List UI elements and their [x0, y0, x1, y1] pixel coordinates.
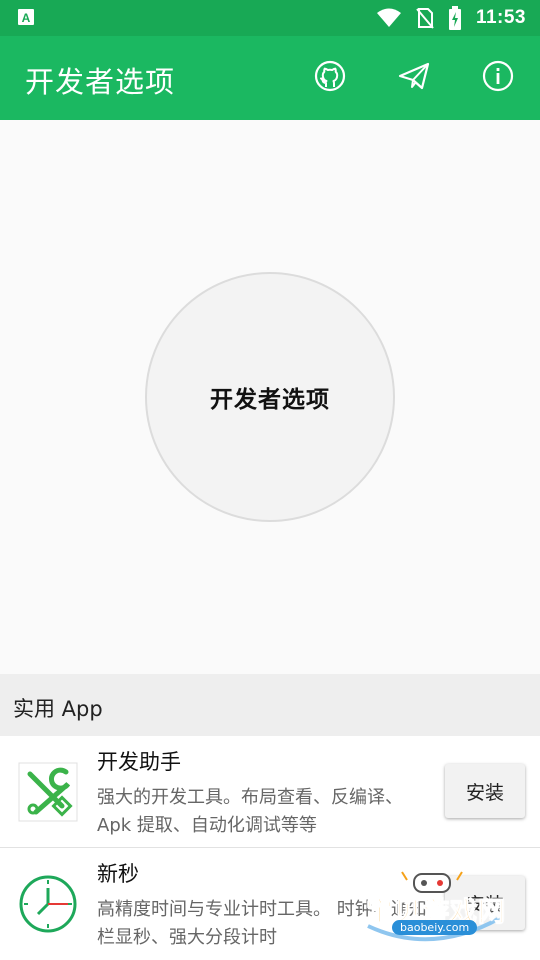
github-icon [314, 60, 346, 96]
app-name: 开发助手 [97, 750, 181, 774]
install-button[interactable]: 安装 [445, 876, 525, 930]
info-icon [482, 60, 514, 96]
clock: 11:53 [475, 7, 526, 28]
app-bar: 开发者选项 [0, 36, 540, 120]
send-button[interactable] [394, 58, 434, 98]
main-area: 开发者选项 [0, 120, 540, 674]
section-title: 实用 App [13, 697, 103, 721]
clock-icon [18, 874, 78, 934]
list-item[interactable]: 开发助手 强大的开发工具。布局查看、反编译、Apk 提取、自动化调试等等 安装 [0, 736, 540, 848]
svg-text:A: A [22, 11, 31, 25]
battery-charging-icon [448, 6, 462, 30]
app-description: 强大的开发工具。布局查看、反编译、Apk 提取、自动化调试等等 [97, 787, 403, 836]
info-button[interactable] [478, 58, 518, 98]
app-a-icon: A [18, 9, 34, 25]
wifi-icon [376, 8, 402, 28]
github-button[interactable] [310, 58, 350, 98]
app-description: 高精度时间与专业计时工具。 时钟、通知栏显秒、强大分段计时 [97, 899, 427, 948]
developer-options-button[interactable]: 开发者选项 [145, 272, 395, 522]
section-header: 实用 App [0, 674, 540, 736]
no-sim-icon [416, 7, 434, 29]
list-item[interactable]: 新秒 高精度时间与专业计时工具。 时钟、通知栏显秒、强大分段计时 安装 [0, 848, 540, 960]
install-button[interactable]: 安装 [445, 764, 525, 818]
send-icon [398, 62, 430, 94]
wrench-screwdriver-icon [18, 762, 78, 822]
app-name: 新秒 [97, 862, 139, 886]
status-bar: A 11:53 [0, 0, 540, 36]
developer-options-label: 开发者选项 [210, 387, 330, 413]
page-title: 开发者选项 [25, 65, 176, 99]
